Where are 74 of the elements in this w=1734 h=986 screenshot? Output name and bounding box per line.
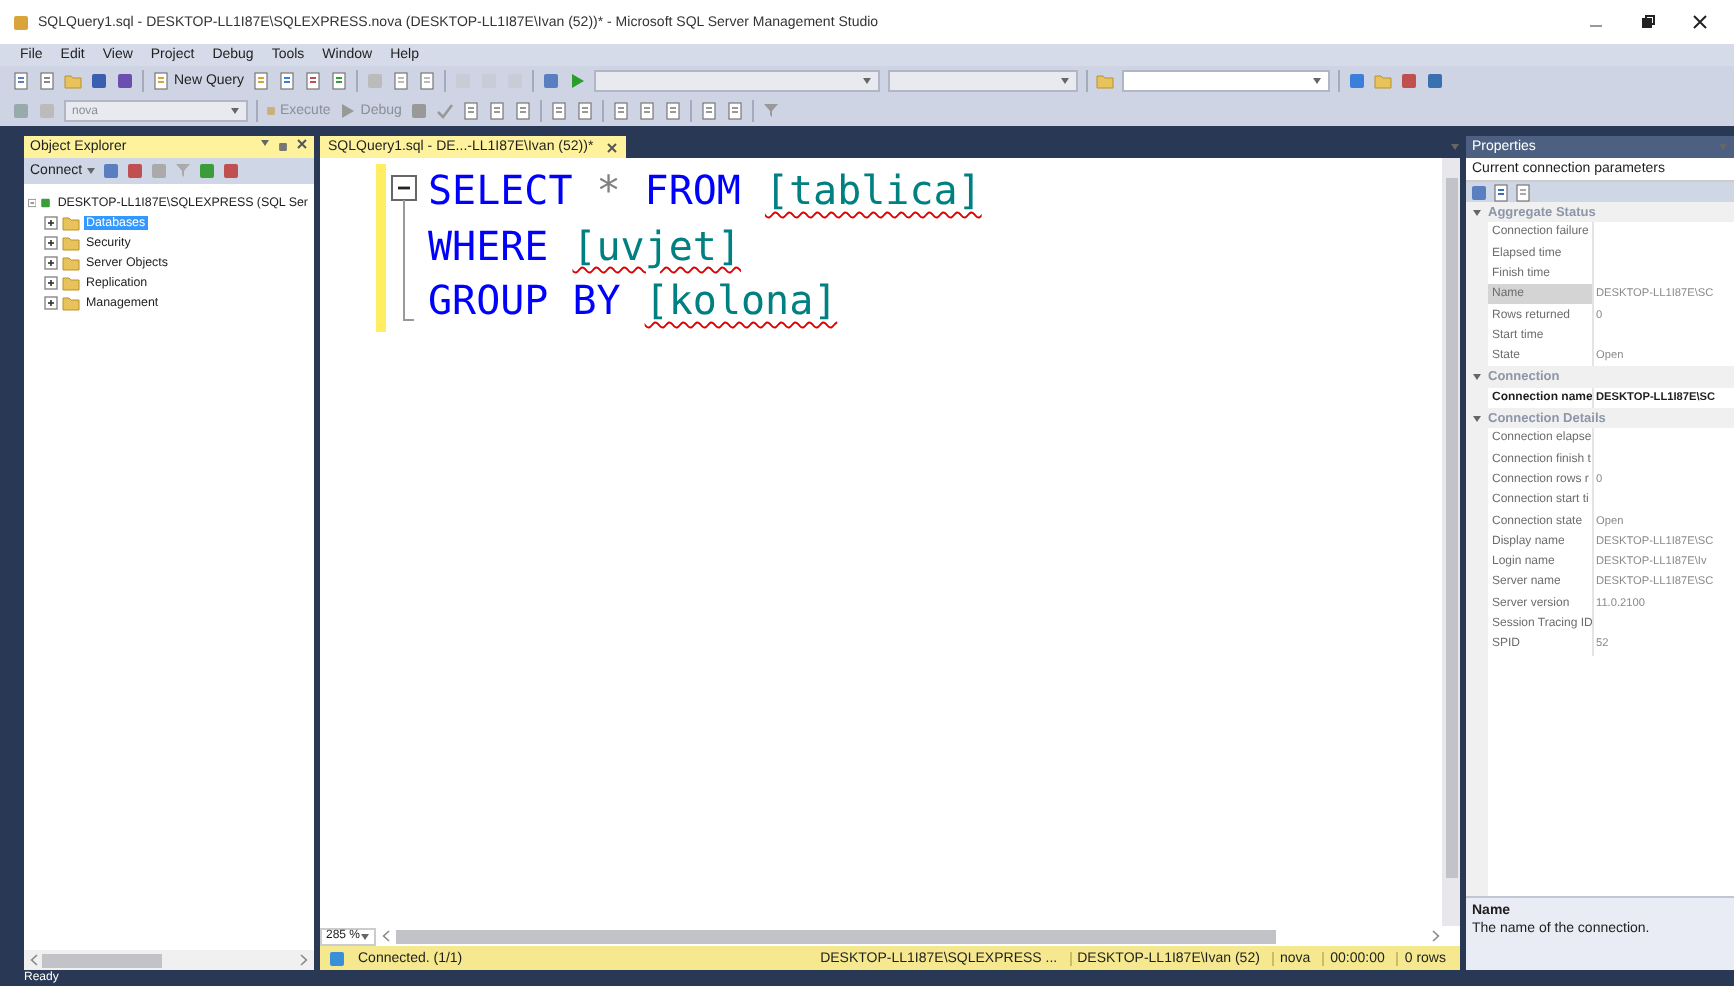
app-icon[interactable]	[12, 13, 30, 31]
filter-icon[interactable]	[174, 162, 193, 180]
results-icon[interactable]	[611, 102, 630, 120]
check-icon[interactable]	[435, 102, 454, 120]
refresh-icon[interactable]	[198, 162, 217, 180]
caret-icon[interactable]	[1472, 413, 1482, 424]
categorized-icon[interactable]	[1470, 183, 1488, 201]
new-project-icon[interactable]	[12, 72, 30, 90]
stop-icon[interactable]	[150, 162, 169, 180]
scroll-left-icon[interactable]	[382, 930, 390, 942]
caret-icon[interactable]	[1312, 76, 1323, 86]
results-icon[interactable]	[637, 102, 656, 120]
query-icon[interactable]	[152, 72, 170, 90]
caret-icon[interactable]	[86, 166, 97, 176]
connect-icon[interactable]	[12, 102, 30, 120]
play-icon[interactable]	[338, 102, 357, 120]
expand-icon[interactable]	[44, 295, 58, 309]
expand-icon[interactable]	[44, 275, 58, 289]
tools-icon[interactable]	[1400, 72, 1419, 90]
caret-icon[interactable]	[360, 931, 370, 941]
grid-icon[interactable]	[513, 102, 532, 120]
query-icon[interactable]	[252, 72, 271, 90]
folder-icon[interactable]	[64, 72, 82, 90]
scrollbar-thumb[interactable]	[396, 929, 1276, 943]
expand-icon[interactable]	[44, 215, 58, 229]
connect-icon[interactable]	[102, 162, 121, 180]
scrollbar-thumb[interactable]	[1445, 178, 1457, 878]
copy-icon[interactable]	[392, 72, 411, 90]
add-item-icon[interactable]	[38, 72, 56, 90]
code-line: WHERE [uvjet]	[428, 219, 744, 273]
indent-icon[interactable]	[699, 102, 718, 120]
text-icon[interactable]	[575, 102, 594, 120]
sort-icon[interactable]	[1492, 183, 1510, 201]
find-icon[interactable]	[1096, 72, 1115, 90]
scroll-right-icon[interactable]	[300, 954, 308, 966]
query-icon[interactable]	[278, 72, 297, 90]
caret-icon[interactable]	[1060, 76, 1071, 86]
caret-icon[interactable]	[1472, 207, 1482, 218]
grid-icon[interactable]	[461, 102, 480, 120]
disconnect-icon[interactable]	[126, 162, 145, 180]
restore-icon[interactable]	[1640, 14, 1656, 30]
save-icon[interactable]	[90, 72, 108, 90]
caret-icon[interactable]	[862, 76, 873, 86]
connected-icon[interactable]	[328, 949, 346, 967]
server-icon[interactable]	[40, 193, 52, 211]
window-icon[interactable]	[1426, 72, 1445, 90]
query-icon[interactable]	[330, 72, 349, 90]
query-icon[interactable]	[304, 72, 323, 90]
activity-icon[interactable]	[222, 162, 241, 180]
save-all-icon[interactable]	[116, 72, 134, 90]
stop-icon[interactable]	[409, 102, 428, 120]
scroll-right-icon[interactable]	[1432, 930, 1440, 942]
close-icon[interactable]	[605, 141, 618, 153]
caret-icon[interactable]	[260, 138, 270, 148]
outdent-icon[interactable]	[725, 102, 744, 120]
start-icon[interactable]	[568, 72, 587, 90]
expand-icon[interactable]	[44, 235, 58, 249]
caret-icon[interactable]	[1472, 372, 1482, 383]
run-icon[interactable]	[542, 72, 561, 90]
scroll-left-icon[interactable]	[30, 954, 38, 966]
scrollbar-thumb[interactable]	[42, 953, 162, 967]
filter-icon[interactable]	[761, 102, 780, 120]
code-line: GROUP BY [kolona]	[428, 274, 840, 328]
close-icon[interactable]	[1692, 14, 1708, 30]
close-icon[interactable]	[296, 138, 308, 150]
pages-icon[interactable]	[1514, 183, 1532, 201]
expand-icon[interactable]	[44, 255, 58, 269]
collapse-icon[interactable]	[28, 195, 37, 209]
code-line: SELECT * FROM [tablica]	[428, 164, 984, 218]
results-icon[interactable]	[663, 102, 682, 120]
comment-icon[interactable]	[549, 102, 568, 120]
paste-icon[interactable]	[418, 72, 437, 90]
caret-icon[interactable]	[230, 106, 240, 116]
grid-icon[interactable]	[487, 102, 506, 120]
